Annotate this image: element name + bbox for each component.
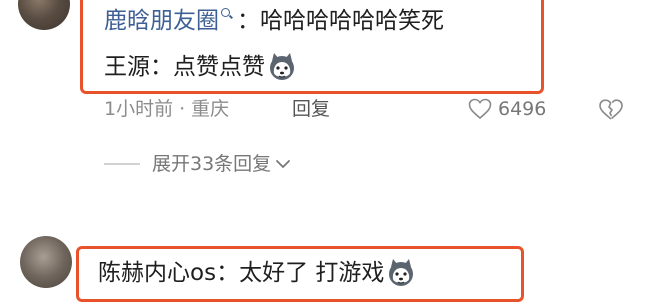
- reply-button[interactable]: 回复: [292, 96, 330, 122]
- comment-text: 哈哈哈哈哈哈笑死: [260, 8, 444, 34]
- separator: ：: [216, 260, 240, 286]
- avatar[interactable]: [18, 0, 70, 30]
- heart-outline-icon: [468, 98, 492, 120]
- husky-dog-emoji-icon: [270, 53, 294, 80]
- like-button[interactable]: 6496: [468, 96, 546, 122]
- comment-line: 王源 ： 点赞点赞: [104, 52, 297, 82]
- avatar[interactable]: [20, 236, 72, 288]
- comment-text: 点赞点赞: [173, 54, 265, 80]
- comment-author: 王源: [104, 54, 150, 80]
- meta-separator: ·: [179, 98, 186, 120]
- quoted-author-link[interactable]: 鹿晗朋友圈: [104, 6, 219, 36]
- timestamp: 1小时前: [104, 98, 174, 120]
- comment-author: 陈赫内心os: [98, 260, 217, 286]
- divider: [104, 163, 140, 165]
- location: 重庆: [191, 98, 230, 120]
- separator: ：: [150, 54, 173, 80]
- comment-line: 陈赫内心os ： 太好了 打游戏: [98, 258, 416, 288]
- chevron-down-icon: [276, 160, 291, 168]
- husky-dog-emoji-icon: [389, 259, 414, 286]
- separator: ：: [237, 8, 260, 34]
- like-count: 6496: [498, 98, 547, 120]
- expand-replies-label: 展开33条回复: [152, 153, 272, 175]
- broken-heart-icon[interactable]: [598, 98, 624, 122]
- comment-text: 太好了 打游戏: [239, 260, 385, 286]
- search-icon[interactable]: [221, 8, 233, 22]
- expand-replies-button[interactable]: 展开33条回复: [152, 151, 291, 177]
- comment-line: 鹿晗朋友圈 ： 哈哈哈哈哈哈笑死: [104, 6, 444, 36]
- comment-meta: 1小时前 · 重庆: [104, 96, 229, 122]
